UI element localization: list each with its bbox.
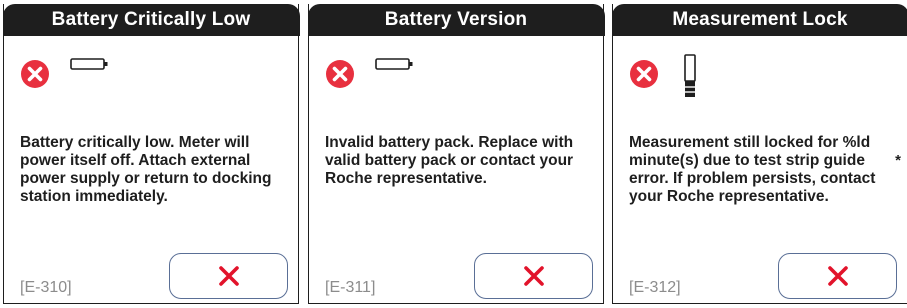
dialog-title: Battery Critically Low (2, 4, 300, 36)
error-message: Invalid battery pack. Replace with valid… (325, 134, 574, 187)
close-button[interactable] (169, 253, 288, 299)
error-dialog-battery-critically-low: Battery Critically Low Battery criticall… (2, 4, 300, 304)
error-code: [E-310] (20, 279, 72, 296)
error-message: Measurement still locked for %ld minute(… (629, 134, 876, 205)
error-circle-icon (630, 60, 658, 88)
error-code: [E-312] (629, 279, 681, 296)
error-dialog-battery-version: Battery Version Invalid battery pack. Re… (307, 4, 605, 304)
close-icon (827, 266, 848, 286)
footnote-marker: * (895, 152, 901, 169)
error-circle-icon (326, 60, 354, 88)
close-button[interactable] (778, 253, 897, 299)
close-icon (218, 266, 239, 286)
test-strip-guide-icon (684, 54, 696, 97)
dialog-title: Measurement Lock (611, 4, 907, 36)
error-message: Battery critically low. Meter will power… (20, 134, 272, 205)
close-button[interactable] (474, 253, 593, 299)
error-circle-icon (21, 60, 49, 88)
close-icon (523, 266, 544, 286)
battery-empty-icon (70, 58, 108, 70)
battery-empty-icon (375, 58, 413, 70)
error-dialog-measurement-lock: Measurement Lock Measurement still locke… (611, 4, 907, 304)
dialog-title: Battery Version (307, 4, 605, 36)
error-code: [E-311] (325, 279, 376, 296)
